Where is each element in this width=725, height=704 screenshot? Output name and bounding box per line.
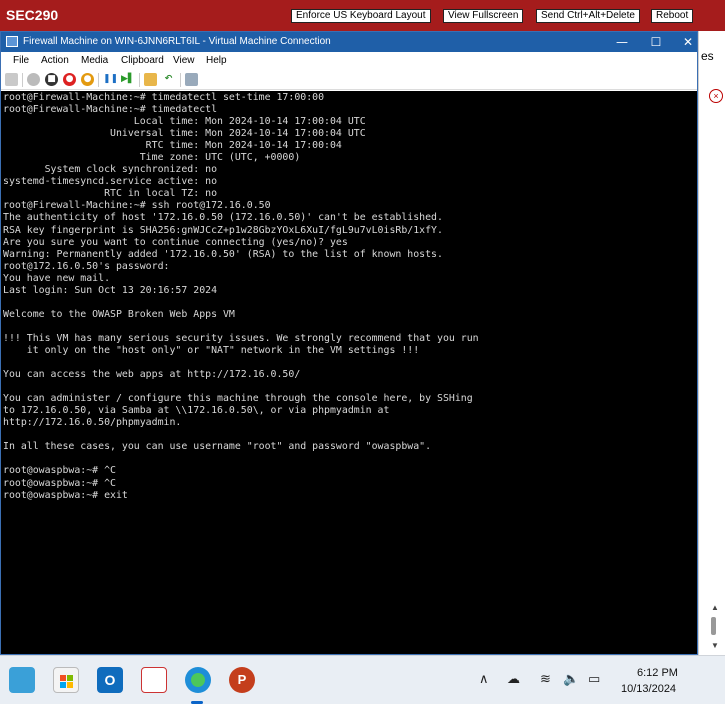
battery-icon[interactable]: ▭ bbox=[588, 672, 600, 687]
menu-action[interactable]: Action bbox=[41, 55, 69, 66]
session-title: SEC290 bbox=[6, 7, 59, 23]
vm-connection-window: Firewall Machine on WIN-6JNN6RLT6IL - Vi… bbox=[0, 31, 698, 655]
powerpoint-icon[interactable]: P bbox=[229, 667, 255, 693]
wifi-icon[interactable]: ≋ bbox=[540, 672, 551, 687]
save-icon[interactable]: ● bbox=[81, 73, 94, 86]
microsoft-store-icon[interactable] bbox=[53, 667, 79, 693]
reset-icon[interactable]: ▶▌ bbox=[121, 73, 135, 86]
volume-icon[interactable]: 🔈 bbox=[563, 672, 579, 687]
vm-window-title: Firewall Machine on WIN-6JNN6RLT6IL - Vi… bbox=[23, 36, 331, 47]
minimize-button[interactable]: — bbox=[607, 32, 637, 52]
cloud-sync-icon[interactable]: ☁ bbox=[507, 672, 520, 687]
menu-view[interactable]: View bbox=[173, 55, 195, 66]
reboot-button[interactable]: Reboot bbox=[651, 9, 694, 23]
toolbar-separator bbox=[22, 73, 23, 87]
close-circle-icon[interactable]: × bbox=[709, 89, 723, 103]
turn-off-icon[interactable]: ■ bbox=[45, 73, 58, 86]
vm-title-bar[interactable]: Firewall Machine on WIN-6JNN6RLT6IL - Vi… bbox=[1, 32, 697, 52]
outlook-icon[interactable]: O bbox=[97, 667, 123, 693]
ctrl-alt-del-icon[interactable] bbox=[5, 73, 18, 86]
menu-file[interactable]: File bbox=[13, 55, 29, 66]
pause-icon[interactable]: ❚❚ bbox=[103, 73, 118, 86]
chevron-up-icon[interactable]: ∧ bbox=[479, 672, 489, 687]
toolbar-separator bbox=[98, 73, 99, 87]
toolbar-separator bbox=[180, 73, 181, 87]
snipping-tool-icon[interactable] bbox=[141, 667, 167, 693]
checkpoint-icon[interactable] bbox=[144, 73, 157, 86]
close-button[interactable]: ✕ bbox=[673, 32, 703, 52]
clock-time[interactable]: 6:12 PM bbox=[637, 667, 678, 679]
enforce-keyboard-button[interactable]: Enforce US Keyboard Layout bbox=[291, 9, 431, 23]
toolbar-separator bbox=[139, 73, 140, 87]
vm-console-screen[interactable]: root@Firewall-Machine:~# timedatectl set… bbox=[1, 91, 697, 654]
taskbar: O P ∧ ☁ ≋ 🔈 ▭ 6:12 PM 10/13/2024 bbox=[0, 655, 725, 704]
menu-media[interactable]: Media bbox=[81, 55, 108, 66]
edge-icon[interactable] bbox=[185, 667, 211, 693]
scrollbar-thumb[interactable] bbox=[711, 617, 716, 635]
maximize-button[interactable]: ☐ bbox=[641, 32, 671, 52]
notepad-icon[interactable] bbox=[9, 667, 35, 693]
vm-window-icon bbox=[6, 36, 18, 47]
scroll-up-arrow-icon[interactable]: ▲ bbox=[711, 603, 719, 612]
scroll-down-arrow-icon[interactable]: ▼ bbox=[711, 641, 719, 650]
background-window: es × ▲ ▼ bbox=[698, 31, 725, 655]
menu-help[interactable]: Help bbox=[206, 55, 227, 66]
revert-icon[interactable]: ↶ bbox=[162, 73, 175, 86]
enhanced-session-icon[interactable] bbox=[185, 73, 198, 86]
clock-date[interactable]: 10/13/2024 bbox=[621, 683, 676, 695]
console-output: root@Firewall-Machine:~# timedatectl set… bbox=[3, 92, 479, 501]
start-icon[interactable] bbox=[27, 73, 40, 86]
send-ctrl-alt-delete-button[interactable]: Send Ctrl+Alt+Delete bbox=[536, 9, 640, 23]
vm-toolbar: ■ ● ● ❚❚ ▶▌ ↶ bbox=[1, 70, 697, 90]
menu-clipboard[interactable]: Clipboard bbox=[121, 55, 164, 66]
remote-session-bar: SEC290 Enforce US Keyboard Layout View F… bbox=[0, 0, 725, 31]
view-fullscreen-button[interactable]: View Fullscreen bbox=[443, 9, 524, 23]
shutdown-icon[interactable]: ● bbox=[63, 73, 76, 86]
menu-bar: File Action Media Clipboard View Help bbox=[1, 52, 697, 70]
